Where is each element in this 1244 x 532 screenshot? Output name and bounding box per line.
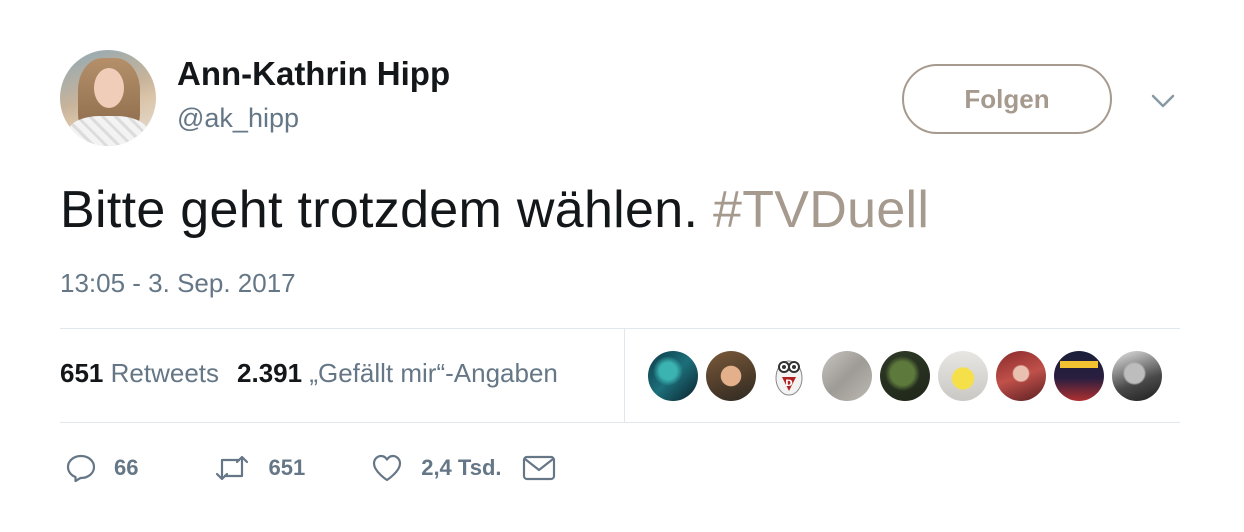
avatar-face [94, 68, 124, 108]
svg-text:D: D [785, 379, 792, 389]
avatar-red-hair-woman[interactable] [996, 351, 1046, 401]
reply-icon [66, 454, 96, 483]
reply-action[interactable]: 66 [66, 453, 138, 483]
liked-by-avatars: D [648, 351, 1162, 401]
retweets-stat[interactable]: 651 Retweets [60, 358, 219, 388]
author-avatar[interactable] [60, 50, 156, 146]
tweet-timestamp[interactable]: 13:05 - 3. Sep. 2017 [60, 268, 296, 299]
avatar-grey-texture[interactable] [822, 351, 872, 401]
retweets-stat-label: Retweets [110, 358, 220, 388]
envelope-icon [522, 455, 555, 481]
avatar-chick[interactable] [938, 351, 988, 401]
divider [60, 328, 1180, 329]
reply-count: 66 [114, 455, 139, 480]
like-action[interactable]: 2,4 Tsd. [371, 453, 502, 483]
direct-message-action[interactable] [522, 454, 556, 482]
likes-stat-count: 2.391 [237, 358, 303, 388]
avatar-shirt [68, 116, 148, 146]
divider [60, 422, 1180, 423]
like-count: 2,4 Tsd. [421, 455, 502, 480]
likes-stat[interactable]: 2.391 „Gefällt mir“-Angaben [237, 358, 558, 388]
hashtag-link[interactable]: #TVDuell [713, 181, 929, 239]
heart-icon [373, 454, 402, 482]
avatar-fantasy-art[interactable] [648, 351, 698, 401]
avatar-cobra-poster[interactable] [1054, 351, 1104, 401]
tweet-text: Bitte geht trotzdem wählen. #TVDuell [60, 180, 929, 240]
avatar-frog[interactable] [880, 351, 930, 401]
tweet-stats: 651 Retweets 2.391 „Gefällt mir“-Angaben [60, 358, 558, 389]
avatar-bw-man[interactable] [1112, 351, 1162, 401]
avatar-man-glasses[interactable] [706, 351, 756, 401]
chevron-down-icon[interactable] [1150, 88, 1176, 114]
stats-divider [624, 329, 625, 422]
author-display-name[interactable]: Ann-Kathrin Hipp [177, 55, 450, 93]
author-handle[interactable]: @ak_hipp [177, 103, 299, 134]
tweet-actions: 66 651 2,4 Tsd. [60, 448, 556, 488]
retweet-action[interactable]: 651 [214, 453, 305, 483]
retweet-count: 651 [268, 455, 306, 480]
retweet-icon [216, 455, 249, 481]
follow-button[interactable]: Folgen [902, 64, 1112, 134]
retweets-stat-count: 651 [60, 358, 104, 388]
tweet-body: Bitte geht trotzdem wählen. [60, 181, 699, 239]
likes-stat-label: „Gefällt mir“-Angaben [309, 358, 558, 388]
avatar-minion-logo[interactable]: D [764, 351, 814, 401]
